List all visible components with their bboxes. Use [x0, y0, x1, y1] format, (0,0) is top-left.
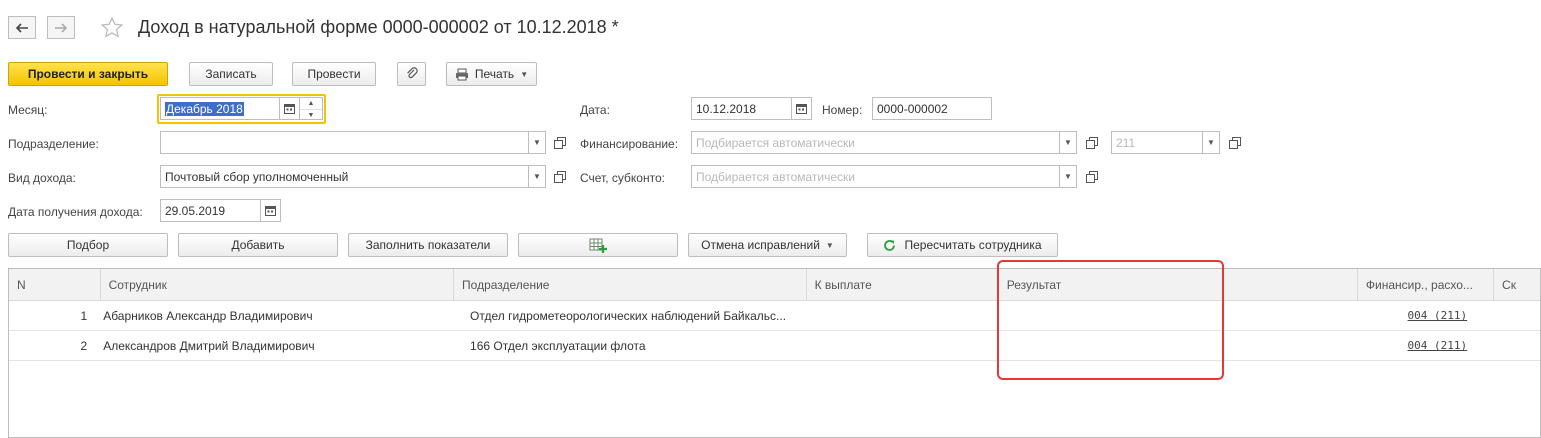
chevron-down-icon: ▼ [1064, 138, 1072, 147]
kosgu-dropdown-button[interactable]: ▼ [1203, 131, 1220, 154]
open-form-icon [553, 136, 566, 149]
financing-link[interactable]: 004 (211) [1408, 339, 1468, 352]
department-open-button[interactable] [551, 134, 568, 151]
cancel-fixes-label: Отмена исправлений [701, 238, 820, 252]
refresh-icon [884, 239, 896, 251]
result-column-highlight [997, 260, 1224, 380]
cell-department: Отдел гидрометеорологических наблюдений … [470, 308, 787, 323]
income-type-label: Вид дохода: [8, 171, 76, 185]
chevron-down-icon: ▼ [520, 69, 529, 79]
employees-table[interactable]: N Сотрудник Подразделение К выплате Резу… [8, 268, 1541, 438]
open-form-icon [1228, 136, 1241, 149]
month-spinner[interactable]: ▲ ▼ [300, 97, 323, 120]
number-input[interactable]: 0000-000002 [872, 97, 992, 120]
account-placeholder: Подбирается автоматически [696, 169, 855, 184]
income-type-input[interactable]: Почтовый сбор уполномоченный [160, 165, 529, 188]
recalc-employee-button[interactable]: Пересчитать сотрудника [867, 233, 1058, 257]
department-label: Подразделение: [8, 137, 99, 151]
post-and-close-button[interactable]: Провести и закрыть [8, 62, 168, 86]
row-divider [9, 360, 1540, 361]
print-label: Печать [474, 67, 515, 81]
financing-label: Финансирование: [580, 137, 679, 151]
calendar-icon [284, 104, 295, 114]
open-form-icon [1085, 170, 1098, 183]
kosgu-input[interactable]: 211 [1111, 131, 1203, 154]
table-add-icon [589, 238, 607, 253]
calendar-icon [796, 104, 807, 114]
month-calendar-button[interactable] [280, 97, 300, 120]
save-button[interactable]: Записать [189, 62, 273, 86]
table-row[interactable]: 2 Александров Дмитрий Владимирович 166 О… [9, 331, 1540, 360]
chevron-down-icon: ▼ [1207, 138, 1215, 147]
cell-employee: Александров Дмитрий Владимирович [103, 338, 315, 353]
add-button[interactable]: Добавить [178, 233, 338, 257]
month-value: Декабрь 2018 [165, 101, 244, 116]
open-form-icon [1085, 136, 1098, 149]
open-form-icon [553, 170, 566, 183]
add-rows-button[interactable] [518, 233, 678, 257]
forward-button[interactable] [47, 16, 75, 39]
favorite-star-icon[interactable] [100, 16, 124, 40]
calendar-icon [265, 206, 276, 216]
kosgu-open-button[interactable] [1226, 134, 1243, 151]
column-header-department[interactable]: Подразделение [454, 269, 807, 301]
cell-employee: Абарников Александр Владимирович [103, 308, 313, 323]
month-input[interactable]: Декабрь 2018 [160, 97, 280, 120]
cell-n: 2 [80, 338, 88, 353]
income-date-label: Дата получения дохода: [8, 205, 143, 219]
cell-department: 166 Отдел эксплуатации флота [470, 338, 646, 353]
income-date-input[interactable]: 29.05.2019 [160, 199, 261, 222]
spinner-down-icon[interactable]: ▼ [300, 110, 322, 121]
account-label: Счет, субконто: [580, 171, 665, 185]
column-header-financing[interactable]: Финансир., расхо... [1357, 269, 1495, 301]
number-label: Номер: [822, 103, 863, 117]
cell-financing[interactable]: 004 (211) [1400, 331, 1540, 360]
paperclip-icon [406, 67, 418, 79]
table-header: N Сотрудник Подразделение К выплате Резу… [9, 269, 1540, 301]
date-input[interactable]: 10.12.2018 [691, 97, 792, 120]
department-input[interactable] [160, 131, 529, 154]
account-dropdown-button[interactable]: ▼ [1060, 165, 1077, 188]
column-header-employee[interactable]: Сотрудник [100, 269, 455, 301]
pick-button[interactable]: Подбор [8, 233, 168, 257]
print-button[interactable]: Печать ▼ [446, 62, 537, 86]
printer-icon [455, 68, 468, 80]
fill-indicators-button[interactable]: Заполнить показатели [348, 233, 508, 257]
kosgu-placeholder: 211 [1116, 135, 1136, 150]
income-type-dropdown-button[interactable]: ▼ [529, 165, 546, 188]
financing-input[interactable]: Подбирается автоматически [691, 131, 1060, 154]
account-input[interactable]: Подбирается автоматически [691, 165, 1060, 188]
cell-financing[interactable]: 004 (211) [1400, 301, 1540, 330]
financing-link[interactable]: 004 (211) [1408, 309, 1468, 322]
income-type-open-button[interactable] [551, 168, 568, 185]
date-label: Дата: [580, 103, 610, 117]
financing-open-button[interactable] [1083, 134, 1100, 151]
cancel-fixes-button[interactable]: Отмена исправлений ▼ [688, 233, 847, 257]
chevron-down-icon: ▼ [825, 240, 834, 250]
chevron-down-icon: ▼ [533, 138, 541, 147]
table-row[interactable]: 1 Абарников Александр Владимирович Отдел… [9, 301, 1540, 330]
page-title: Доход в натуральной форме 0000-000002 от… [138, 17, 619, 37]
financing-placeholder: Подбирается автоматически [696, 135, 855, 150]
back-button[interactable] [8, 16, 36, 39]
post-button[interactable]: Провести [292, 62, 376, 86]
department-dropdown-button[interactable]: ▼ [529, 131, 546, 154]
chevron-down-icon: ▼ [533, 172, 541, 181]
financing-dropdown-button[interactable]: ▼ [1060, 131, 1077, 154]
arrow-left-icon [15, 22, 28, 33]
account-open-button[interactable] [1083, 168, 1100, 185]
recalc-employee-label: Пересчитать сотрудника [904, 238, 1042, 252]
column-header-payout[interactable]: К выплате [806, 269, 999, 301]
date-calendar-button[interactable] [792, 97, 812, 120]
chevron-down-icon: ▼ [1064, 172, 1072, 181]
attach-button[interactable] [397, 62, 426, 86]
spinner-up-icon[interactable]: ▲ [300, 98, 322, 110]
month-label: Месяц: [8, 103, 48, 117]
column-header-n[interactable]: N [9, 269, 101, 301]
income-date-calendar-button[interactable] [261, 199, 281, 222]
arrow-right-icon [55, 22, 68, 33]
column-header-extra[interactable]: Ск [1494, 269, 1540, 301]
cell-n: 1 [80, 308, 88, 323]
